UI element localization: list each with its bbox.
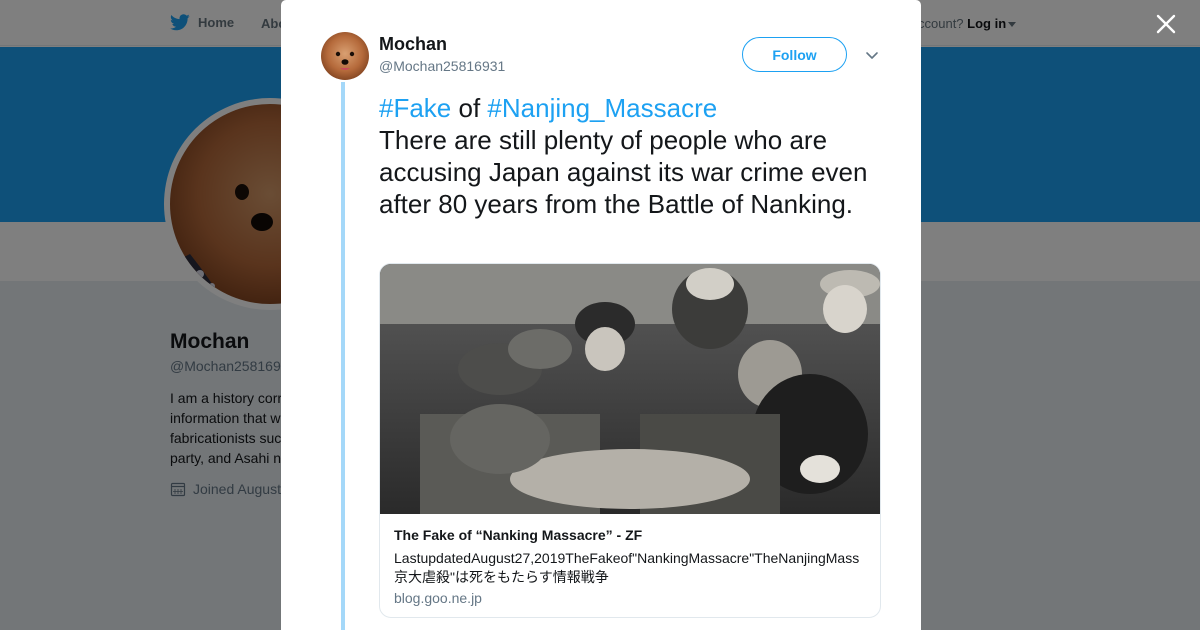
card-description: LastupdatedAugust27,2019TheFakeof"Nankin… xyxy=(394,549,866,587)
card-description-line: 京大虐殺"は死をもたらす情報戦争 xyxy=(394,569,609,585)
tweet-author-name[interactable]: Mochan xyxy=(379,34,447,55)
link-preview-card[interactable]: The Fake of “Nanking Massacre” - ZF Last… xyxy=(379,263,881,618)
chevron-down-icon[interactable] xyxy=(864,47,880,63)
follow-button[interactable]: Follow xyxy=(742,37,847,72)
tweet-connector: of xyxy=(451,93,488,123)
tweet-author-handle[interactable]: @Mochan25816931 xyxy=(379,58,505,74)
card-domain: blog.goo.ne.jp xyxy=(394,590,482,606)
tweet-author-avatar[interactable] xyxy=(321,32,369,80)
close-icon[interactable] xyxy=(1154,12,1178,36)
hashtag-link[interactable]: #Nanjing_Massacre xyxy=(487,93,717,123)
card-title[interactable]: The Fake of “Nanking Massacre” - ZF xyxy=(394,527,642,543)
card-description-line: LastupdatedAugust27,2019TheFakeof"Nankin… xyxy=(394,550,860,566)
dog-avatar-icon xyxy=(321,32,369,80)
tweet-text: #Fake of #Nanjing_Massacre There are sti… xyxy=(379,92,879,220)
tweet-modal: Mochan @Mochan25816931 Follow #Fake of #… xyxy=(281,0,921,630)
hashtag-link[interactable]: #Fake xyxy=(379,93,451,123)
thread-line xyxy=(341,82,345,630)
card-photo xyxy=(380,264,880,514)
tweet-body: There are still plenty of people who are… xyxy=(379,125,868,219)
